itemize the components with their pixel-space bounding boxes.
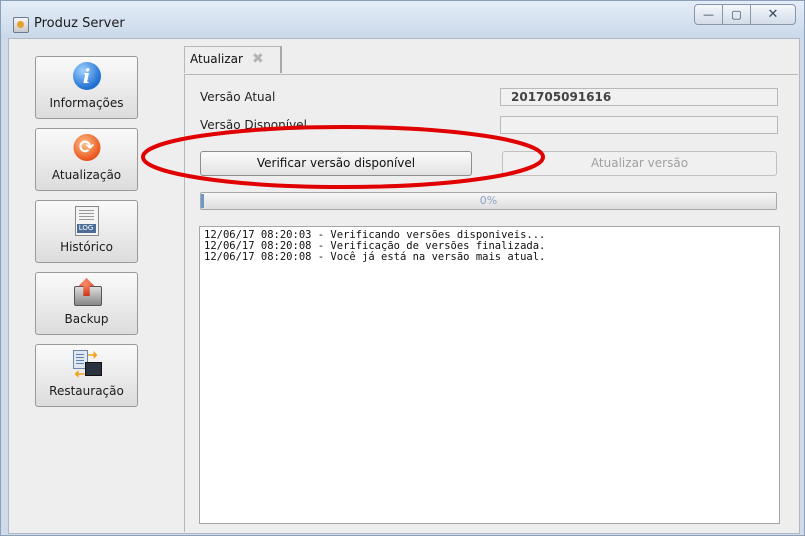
- log-line: 12/06/17 08:20:08 - Você já está na vers…: [204, 251, 546, 263]
- sidebar: i Informações ⟳ Atualização LOG Históric…: [35, 56, 140, 416]
- sidebar-item-atualizacao[interactable]: ⟳ Atualização: [35, 128, 138, 191]
- sidebar-item-label: Backup: [64, 312, 109, 326]
- maximize-button[interactable]: ▢: [722, 4, 751, 25]
- sidebar-item-informacoes[interactable]: i Informações: [35, 56, 138, 119]
- java-app-icon: [13, 17, 29, 33]
- tab-label: Atualizar: [190, 52, 243, 66]
- update-progress-bar: 0%: [200, 192, 777, 210]
- sidebar-item-label: Histórico: [60, 240, 113, 254]
- progress-text: 0%: [479, 194, 498, 207]
- sidebar-item-label: Atualização: [51, 168, 122, 182]
- info-icon: i: [72, 62, 101, 90]
- sidebar-item-label: Informações: [49, 96, 124, 110]
- restore-icon: [72, 350, 102, 378]
- title-bar[interactable]: Produz Server — ▢ ✕: [1, 1, 804, 39]
- check-version-button[interactable]: Verificar versão disponível: [200, 151, 472, 176]
- available-version-label: Versão Disponível: [200, 118, 307, 132]
- close-button[interactable]: ✕: [750, 4, 796, 25]
- log-icon: LOG: [74, 206, 99, 236]
- update-icon: ⟳: [73, 134, 100, 161]
- current-version-field: 201705091616: [500, 88, 778, 106]
- minimize-button[interactable]: —: [694, 4, 723, 25]
- current-version-label: Versão Atual: [200, 90, 276, 104]
- available-version-field: [500, 116, 778, 134]
- update-log[interactable]: 12/06/17 08:20:03 - Verificando versões …: [199, 226, 780, 524]
- sidebar-item-label: Restauração: [49, 384, 124, 398]
- sidebar-item-restauracao[interactable]: Restauração: [35, 344, 138, 407]
- sidebar-item-backup[interactable]: Backup: [35, 272, 138, 335]
- close-tab-icon[interactable]: ✖: [252, 51, 264, 67]
- log-icon-text: LOG: [76, 224, 96, 233]
- update-version-button[interactable]: Atualizar versão: [502, 151, 777, 176]
- backup-icon: [72, 278, 102, 306]
- tab-atualizar[interactable]: Atualizar ✖: [184, 46, 282, 73]
- sidebar-item-historico[interactable]: LOG Histórico: [35, 200, 138, 263]
- window-title: Produz Server: [34, 16, 125, 31]
- window-controls: — ▢ ✕: [694, 4, 796, 26]
